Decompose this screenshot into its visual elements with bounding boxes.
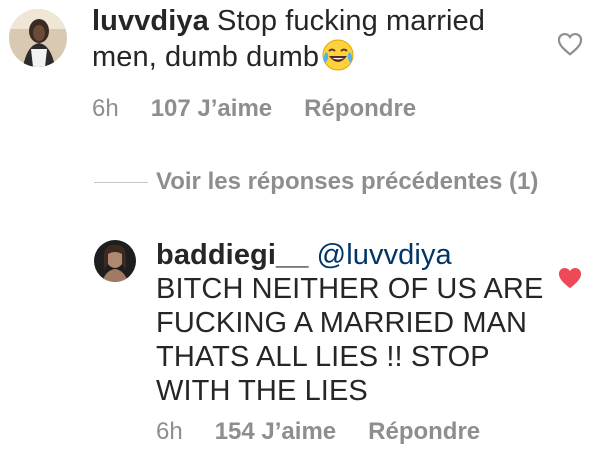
like-heart-icon[interactable] xyxy=(557,32,583,56)
reply-body-line: BITCH NEITHER OF US ARE xyxy=(156,273,544,305)
reply-body-line: FUCKING A MARRIED MAN xyxy=(156,307,528,339)
reply-username[interactable]: baddiegi__ xyxy=(156,239,309,271)
mention-link[interactable]: @luvvdiya xyxy=(317,239,452,271)
view-replies-label: Voir les réponses précédentes (1) xyxy=(156,168,539,195)
tears-of-joy-emoji-icon xyxy=(321,38,355,80)
comment-body-line2: men, dumb dumb xyxy=(92,41,320,73)
comment-text: luvvdiya Stop fucking married men, dumb … xyxy=(92,4,485,80)
reply-button[interactable]: Répondre xyxy=(304,95,416,123)
avatar[interactable] xyxy=(9,9,67,67)
likes-count[interactable]: 107 J’aime xyxy=(151,95,272,123)
comment-timestamp: 6h xyxy=(92,95,119,122)
reply-button[interactable]: Répondre xyxy=(368,418,480,446)
reply-meta: 6h 154 J’aime Répondre xyxy=(156,418,480,446)
comment-body-line1: Stop fucking married xyxy=(217,5,485,37)
liked-heart-icon[interactable] xyxy=(557,266,583,290)
avatar-photo-icon xyxy=(9,9,67,67)
comment-username[interactable]: luvvdiya xyxy=(92,5,209,37)
divider-line xyxy=(94,181,148,183)
reply-timestamp: 6h xyxy=(156,418,183,445)
reply-body-line: THATS ALL LIES !! STOP xyxy=(156,341,490,373)
view-previous-replies-button[interactable]: Voir les réponses précédentes (1) xyxy=(94,168,538,196)
avatar-photo-icon xyxy=(94,240,136,282)
reply-body-line: WITH THE LIES xyxy=(156,375,368,407)
avatar[interactable] xyxy=(94,240,136,282)
comment-meta: 6h 107 J’aime Répondre xyxy=(92,95,416,123)
reply-text: baddiegi__ @luvvdiya BITCH NEITHER OF US… xyxy=(156,238,543,408)
likes-count[interactable]: 154 J’aime xyxy=(215,418,336,446)
